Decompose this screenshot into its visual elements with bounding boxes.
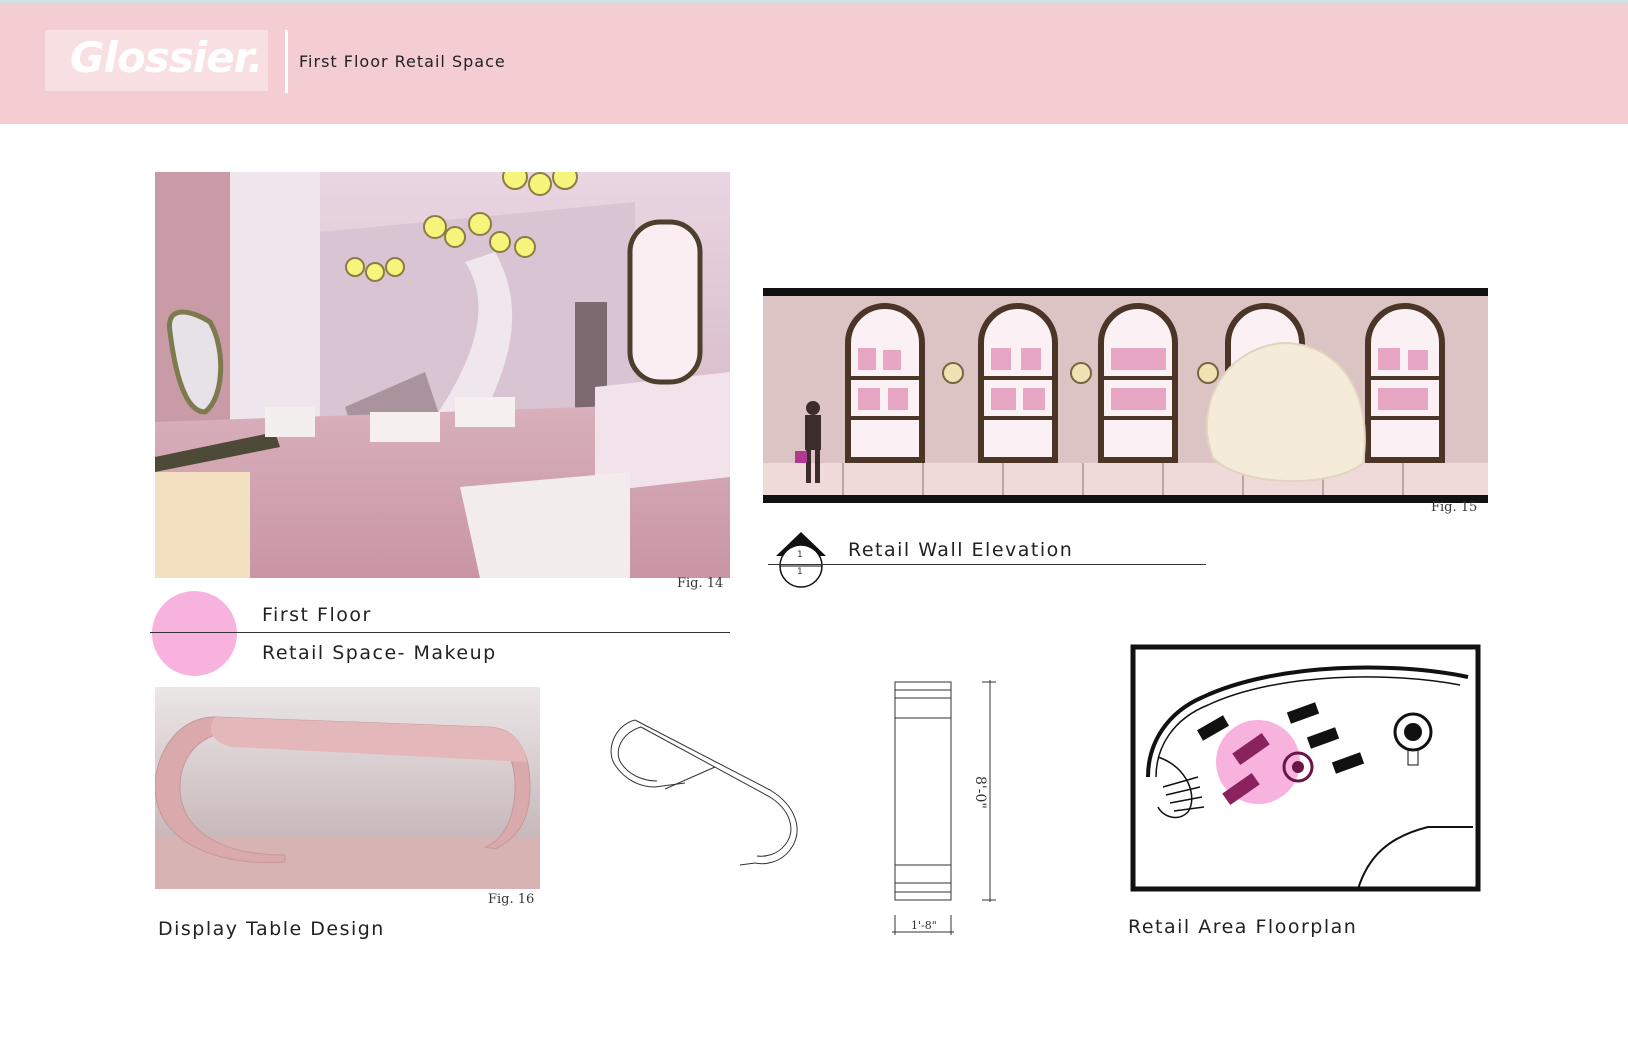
- caption-first-floor: First Floor: [262, 604, 372, 626]
- fig-14-label: Fig. 14: [677, 576, 724, 591]
- fig-16-label: Fig. 16: [488, 892, 535, 907]
- section-marker-top: 1: [797, 550, 803, 560]
- display-table-render: [155, 687, 540, 889]
- caption-retail-wall-elevation: Retail Wall Elevation: [848, 539, 1074, 561]
- brand-logo: Glossier.: [70, 33, 263, 82]
- interior-render: [155, 172, 730, 578]
- fig-15-label: Fig. 15: [1431, 500, 1478, 515]
- dimension-height: 8'-0": [972, 776, 988, 809]
- caption-display-table-design: Display Table Design: [158, 918, 385, 940]
- pink-circle-marker: [152, 591, 237, 676]
- section-marker-bottom: 1: [797, 567, 803, 577]
- caption-retail-area-floorplan: Retail Area Floorplan: [1128, 916, 1358, 938]
- dimension-width: 1'-8": [911, 919, 937, 932]
- wall-elevation-render: [763, 288, 1488, 503]
- caption-retail-space-makeup: Retail Space- Makeup: [262, 642, 497, 664]
- caption-rule-elevation: [768, 564, 1206, 565]
- header-divider: [285, 30, 288, 93]
- caption-rule-first-floor: [150, 632, 730, 633]
- table-elevation-drawing: [890, 680, 1000, 940]
- table-isometric-drawing: [605, 715, 810, 870]
- section-marker-icon: [766, 530, 836, 590]
- page-title: First Floor Retail Space: [299, 52, 506, 71]
- retail-floorplan: [1128, 637, 1488, 902]
